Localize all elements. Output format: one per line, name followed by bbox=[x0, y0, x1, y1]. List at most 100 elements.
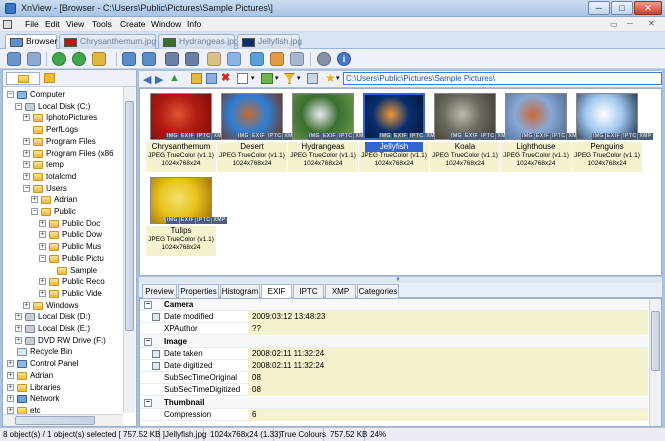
collapse-icon[interactable]: − bbox=[23, 184, 30, 192]
exif-row[interactable]: SubSecTimeDigitized 08 bbox=[140, 384, 648, 397]
expand-icon[interactable]: + bbox=[7, 360, 14, 368]
collapse-icon[interactable]: − bbox=[144, 301, 152, 309]
collapse-icon[interactable]: − bbox=[31, 208, 38, 215]
last-image-icon[interactable] bbox=[142, 52, 156, 66]
menu-info[interactable]: Info bbox=[187, 19, 201, 29]
menu-tools[interactable]: Tools bbox=[92, 19, 112, 29]
edit-field-icon[interactable] bbox=[152, 362, 160, 370]
exif-group-row[interactable]: − Thumbnail bbox=[140, 396, 648, 409]
expand-icon[interactable]: + bbox=[39, 289, 46, 297]
filter-icon[interactable] bbox=[284, 73, 295, 84]
move-icon[interactable] bbox=[185, 52, 199, 66]
exif-row[interactable]: Compression 6 bbox=[140, 408, 648, 421]
tab-categories[interactable]: Categories bbox=[357, 284, 399, 298]
first-image-icon[interactable] bbox=[122, 52, 136, 66]
minimize-button[interactable]: ─ bbox=[588, 1, 610, 15]
folders-tab[interactable] bbox=[6, 72, 40, 85]
mdi-minimize-icon[interactable]: ─ bbox=[627, 19, 633, 28]
tab-browser[interactable]: Browser bbox=[5, 34, 57, 50]
expand-icon[interactable]: + bbox=[39, 243, 46, 251]
chevron-down-icon[interactable]: ▾ bbox=[251, 74, 255, 82]
expand-icon[interactable]: + bbox=[7, 383, 14, 391]
tab-xmp[interactable]: XMP bbox=[325, 284, 356, 298]
mdi-restore-icon[interactable]: ▭ bbox=[610, 20, 618, 29]
collapse-icon[interactable]: − bbox=[144, 398, 152, 407]
back-arrow-icon[interactable]: ◀ bbox=[143, 73, 151, 86]
thumbnail-item[interactable]: IMG EXIF IPTC XMP Chrysanthemum JPEG TrueColo… bbox=[146, 93, 227, 173]
thumbnail-item[interactable]: IMG EXIF IPTC XMP Hydrangeas JPEG TrueColor (… bbox=[288, 93, 369, 173]
new-folder-icon[interactable] bbox=[191, 73, 202, 84]
expand-icon[interactable]: + bbox=[7, 395, 14, 403]
tab-exif[interactable]: EXIF bbox=[261, 284, 292, 299]
menu-edit[interactable]: Edit bbox=[45, 19, 60, 29]
go-forward-icon[interactable] bbox=[72, 52, 86, 66]
expand-icon[interactable]: + bbox=[39, 219, 46, 227]
convert-icon[interactable] bbox=[270, 52, 284, 66]
collapse-icon[interactable]: − bbox=[144, 337, 152, 346]
tab-chrysanthemum[interactable]: Chrysanthemum.jpg bbox=[59, 34, 156, 49]
menu-window[interactable]: Window bbox=[151, 19, 181, 29]
delete-icon[interactable]: ✖ bbox=[221, 71, 230, 84]
expand-icon[interactable]: + bbox=[15, 325, 22, 332]
exif-row[interactable]: Date digitized 2008:02:11 11:32:24 bbox=[140, 360, 648, 372]
scan-icon[interactable] bbox=[227, 52, 241, 66]
rename-icon[interactable] bbox=[206, 73, 217, 84]
up-folder-icon[interactable]: ▲ bbox=[169, 72, 180, 84]
expand-icon[interactable]: + bbox=[23, 172, 30, 180]
print-icon[interactable] bbox=[207, 52, 221, 66]
expand-icon[interactable]: + bbox=[7, 406, 14, 414]
copy-icon[interactable] bbox=[165, 52, 179, 66]
collapse-icon[interactable]: − bbox=[7, 91, 14, 98]
exif-row[interactable]: Date modified 2009:03:12 13:48:23 bbox=[140, 311, 648, 324]
expand-icon[interactable]: + bbox=[23, 137, 30, 145]
chevron-down-icon[interactable]: ▾ bbox=[275, 74, 279, 82]
edit-field-icon[interactable] bbox=[152, 313, 160, 322]
exif-group-row[interactable]: − Camera bbox=[140, 299, 648, 311]
exif-vertical-scrollbar[interactable] bbox=[649, 299, 661, 426]
tab-preview[interactable]: Preview bbox=[142, 284, 177, 298]
tab-iptc[interactable]: IPTC bbox=[293, 284, 324, 298]
expand-icon[interactable]: + bbox=[39, 278, 46, 286]
fullscreen-icon[interactable] bbox=[27, 52, 41, 66]
path-input[interactable]: C:\Users\Public\Pictures\Sample Pictures… bbox=[343, 72, 662, 85]
expand-icon[interactable]: + bbox=[39, 231, 46, 239]
tab-histogram[interactable]: Histogram bbox=[220, 284, 260, 298]
thumbnail-item[interactable]: IMG EXIF IPTC XMP Desert JPEG TrueColor (v1.1… bbox=[217, 93, 298, 173]
sort-icon[interactable] bbox=[261, 73, 273, 84]
exif-row[interactable]: Date taken 2008:02:11 11:32:24 bbox=[140, 347, 648, 360]
collapse-icon[interactable]: − bbox=[39, 254, 46, 262]
scrollbar-thumb[interactable] bbox=[125, 101, 134, 331]
thumbnail-item[interactable]: IMG EXIF IPTC XMP Tulips JPEG TrueColor (v1.1… bbox=[146, 177, 227, 257]
xnview-app-icon[interactable] bbox=[5, 3, 16, 14]
tab-properties[interactable]: Properties bbox=[178, 284, 219, 298]
thumbnail-item[interactable]: IMG EXIF IPTC XMP Jellyfish JPEG TrueColor (v… bbox=[359, 93, 440, 173]
chevron-down-icon[interactable]: ▾ bbox=[336, 74, 340, 82]
settings-grid-icon[interactable] bbox=[290, 52, 304, 66]
chevron-down-icon[interactable]: ▾ bbox=[297, 74, 301, 82]
close-button[interactable]: ✕ bbox=[634, 1, 662, 15]
tab-hydrangeas[interactable]: Hydrangeas.jpg bbox=[158, 34, 239, 49]
open-folder-icon[interactable] bbox=[92, 52, 106, 66]
maximize-button[interactable]: □ bbox=[611, 1, 633, 15]
tree-vertical-scrollbar[interactable] bbox=[123, 87, 135, 413]
exif-group-row[interactable]: − Image bbox=[140, 335, 648, 348]
expand-icon[interactable]: + bbox=[23, 161, 30, 169]
expand-icon[interactable]: + bbox=[23, 114, 30, 122]
exif-row[interactable]: SubSecTimeOriginal 08 bbox=[140, 372, 648, 385]
exif-row[interactable]: XPAuthor?? bbox=[140, 323, 648, 336]
thumbnail-item[interactable]: IMG EXIF IPTC XMP Penguins JPEG TrueColor (v1… bbox=[572, 93, 653, 173]
browser-view-icon[interactable] bbox=[7, 52, 21, 66]
edit-field-icon[interactable] bbox=[152, 349, 160, 358]
view-mode-icon[interactable] bbox=[237, 73, 248, 84]
slideshow-icon[interactable] bbox=[250, 52, 264, 66]
mdi-close-icon[interactable]: ✕ bbox=[648, 19, 655, 28]
star-icon[interactable]: ★ bbox=[325, 71, 336, 85]
menu-create[interactable]: Create bbox=[120, 19, 146, 29]
expand-icon[interactable]: + bbox=[15, 313, 22, 321]
gear-icon[interactable] bbox=[317, 52, 331, 66]
expand-icon[interactable]: + bbox=[7, 371, 14, 379]
info-icon[interactable]: i bbox=[337, 52, 351, 66]
document-menu-icon[interactable] bbox=[3, 20, 12, 29]
favorites-folder-icon[interactable] bbox=[44, 73, 55, 83]
expand-icon[interactable]: + bbox=[23, 149, 30, 157]
